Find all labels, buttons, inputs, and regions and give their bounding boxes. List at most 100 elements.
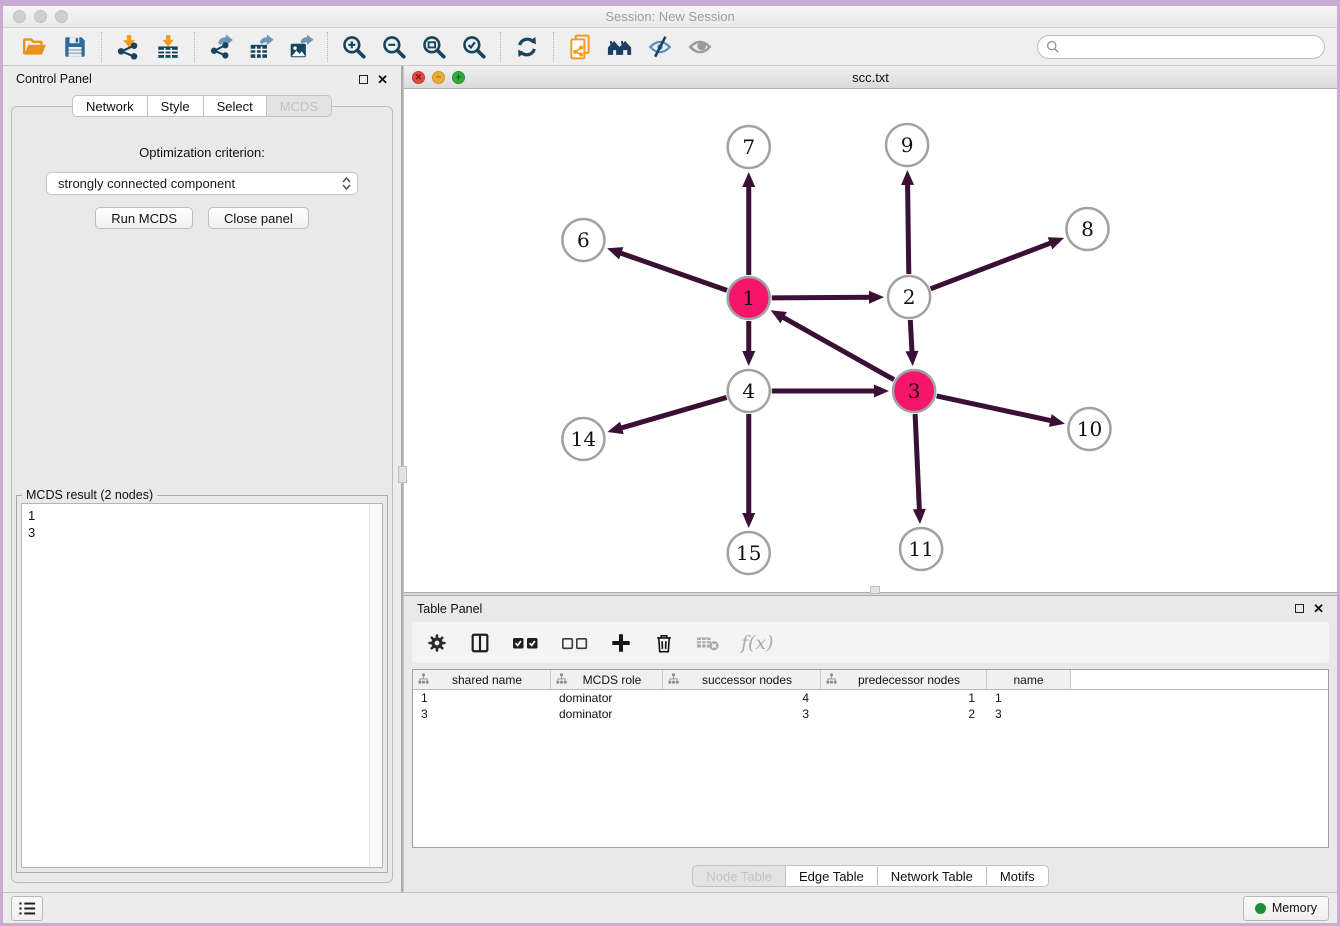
table-row[interactable]: 3dominator323 — [413, 706, 1328, 722]
column-chooser-button[interactable] — [469, 630, 491, 656]
export-image-button[interactable] — [281, 31, 321, 63]
result-scrollbar[interactable] — [369, 504, 382, 867]
float-table-panel-icon[interactable] — [1295, 604, 1304, 613]
hide-selected-button[interactable] — [640, 31, 680, 63]
unselect-all-rows-button[interactable] — [561, 630, 589, 656]
graph-edge-3-1[interactable] — [782, 317, 894, 380]
tab-node-table[interactable]: Node Table — [692, 865, 786, 887]
column-header-label: MCDS role — [567, 673, 657, 687]
table-cell[interactable]: 3 — [663, 706, 821, 722]
close-window-button[interactable] — [13, 10, 26, 23]
memory-button[interactable]: Memory — [1243, 896, 1329, 921]
main-area: Control Panel ✕ NetworkStyleSelectMCDS O… — [3, 66, 1337, 892]
criterion-select[interactable]: strongly connected component — [46, 172, 358, 195]
graph-edge-3-11[interactable] — [915, 414, 919, 511]
table-cell[interactable]: 1 — [821, 690, 987, 706]
graph-edge-2-9[interactable] — [908, 183, 909, 274]
run-mcds-button[interactable]: Run MCDS — [95, 207, 193, 229]
table-settings-button[interactable] — [426, 630, 448, 656]
mcds-result-item[interactable]: 3 — [28, 524, 363, 541]
zoom-in-button[interactable] — [334, 31, 374, 63]
graph-edge-1-2[interactable] — [772, 297, 871, 298]
table-panel-footer: Node TableEdge TableNetwork TableMotifs — [404, 848, 1337, 892]
network-maximize-button[interactable]: + — [452, 71, 465, 84]
show-all-networks-button[interactable] — [600, 31, 640, 63]
float-panel-icon[interactable] — [359, 75, 368, 84]
graph-edge-arrowhead — [742, 351, 755, 366]
select-stepper-icon — [342, 177, 351, 190]
new-network-from-selection-button[interactable] — [560, 31, 600, 63]
column-header-name[interactable]: name — [987, 670, 1071, 689]
tab-mcds[interactable]: MCDS — [267, 95, 332, 117]
hide-eye-icon — [647, 34, 673, 60]
network-minimize-button[interactable]: − — [432, 71, 445, 84]
column-header-shared-name[interactable]: shared name — [413, 670, 551, 689]
export-table-button[interactable] — [241, 31, 281, 63]
zoom-selected-button[interactable] — [454, 31, 494, 63]
column-header-label: shared name — [429, 673, 545, 687]
column-header-predecessor-nodes[interactable]: predecessor nodes — [821, 670, 987, 689]
import-network-icon — [115, 34, 141, 60]
graph-node-label: 7 — [742, 135, 755, 159]
horizontal-splitter-handle[interactable] — [870, 586, 880, 594]
refresh-layout-button[interactable] — [507, 31, 547, 63]
open-session-button[interactable] — [15, 31, 55, 63]
table-cell[interactable]: 1 — [987, 690, 1071, 706]
search-input[interactable] — [1065, 39, 1316, 54]
vertical-splitter-handle[interactable] — [398, 466, 407, 483]
graph-edge-4-14[interactable] — [620, 397, 727, 428]
network-close-button[interactable]: ✕ — [412, 71, 425, 84]
zoom-fit-button[interactable] — [414, 31, 454, 63]
graph-edge-arrowhead — [874, 385, 889, 398]
table-cell[interactable]: 4 — [663, 690, 821, 706]
save-session-button[interactable] — [55, 31, 95, 63]
zoom-out-button[interactable] — [374, 31, 414, 63]
close-table-panel-icon[interactable]: ✕ — [1313, 604, 1324, 613]
tab-network-table[interactable]: Network Table — [878, 865, 987, 887]
network-canvas[interactable]: 1234678910111415 — [404, 89, 1337, 592]
table-cell[interactable]: dominator — [551, 690, 663, 706]
graph-edge-3-10[interactable] — [937, 396, 1053, 421]
new-network-document-icon — [567, 34, 593, 60]
minimize-window-button[interactable] — [34, 10, 47, 23]
tab-motifs[interactable]: Motifs — [987, 865, 1049, 887]
show-hidden-button[interactable] — [680, 31, 720, 63]
table-cell[interactable]: 3 — [987, 706, 1071, 722]
column-header-successor-nodes[interactable]: successor nodes — [663, 670, 821, 689]
table-cell[interactable]: 1 — [413, 690, 551, 706]
delete-columns-button[interactable] — [653, 630, 675, 656]
table-row[interactable]: 1dominator411 — [413, 690, 1328, 706]
graph-edge-2-3[interactable] — [910, 320, 912, 353]
import-network-button[interactable] — [108, 31, 148, 63]
export-image-icon — [288, 34, 314, 60]
tab-style[interactable]: Style — [148, 95, 204, 117]
column-header-MCDS-role[interactable]: MCDS role — [551, 670, 663, 689]
search-field[interactable] — [1037, 35, 1325, 59]
tab-edge-table[interactable]: Edge Table — [786, 865, 878, 887]
add-column-button[interactable] — [610, 630, 632, 656]
delete-table-button[interactable] — [696, 630, 720, 656]
houses-icon — [607, 34, 633, 60]
eye-icon — [687, 34, 713, 60]
table-cell[interactable]: 2 — [821, 706, 987, 722]
node-table[interactable]: shared name MCDS role successor nodesprede… — [412, 669, 1329, 848]
tab-network[interactable]: Network — [72, 95, 148, 117]
graph-node-label: 11 — [908, 537, 934, 561]
import-table-button[interactable] — [148, 31, 188, 63]
table-cell[interactable]: dominator — [551, 706, 663, 722]
table-cell[interactable]: 3 — [413, 706, 551, 722]
export-network-button[interactable] — [201, 31, 241, 63]
mcds-result-list[interactable]: 13 — [22, 504, 369, 867]
main-toolbar — [3, 28, 1337, 66]
maximize-window-button[interactable] — [55, 10, 68, 23]
close-panel-icon[interactable]: ✕ — [377, 75, 388, 84]
mcds-result-item[interactable]: 1 — [28, 507, 363, 524]
tab-select[interactable]: Select — [204, 95, 267, 117]
function-builder-button[interactable]: f(x) — [741, 630, 774, 656]
horizontal-splitter[interactable] — [403, 592, 1337, 596]
graph-edge-1-6[interactable] — [619, 253, 727, 291]
select-all-rows-button[interactable] — [512, 630, 540, 656]
close-panel-button[interactable]: Close panel — [208, 207, 309, 229]
graph-edge-2-8[interactable] — [931, 243, 1052, 289]
task-history-button[interactable] — [11, 896, 43, 921]
